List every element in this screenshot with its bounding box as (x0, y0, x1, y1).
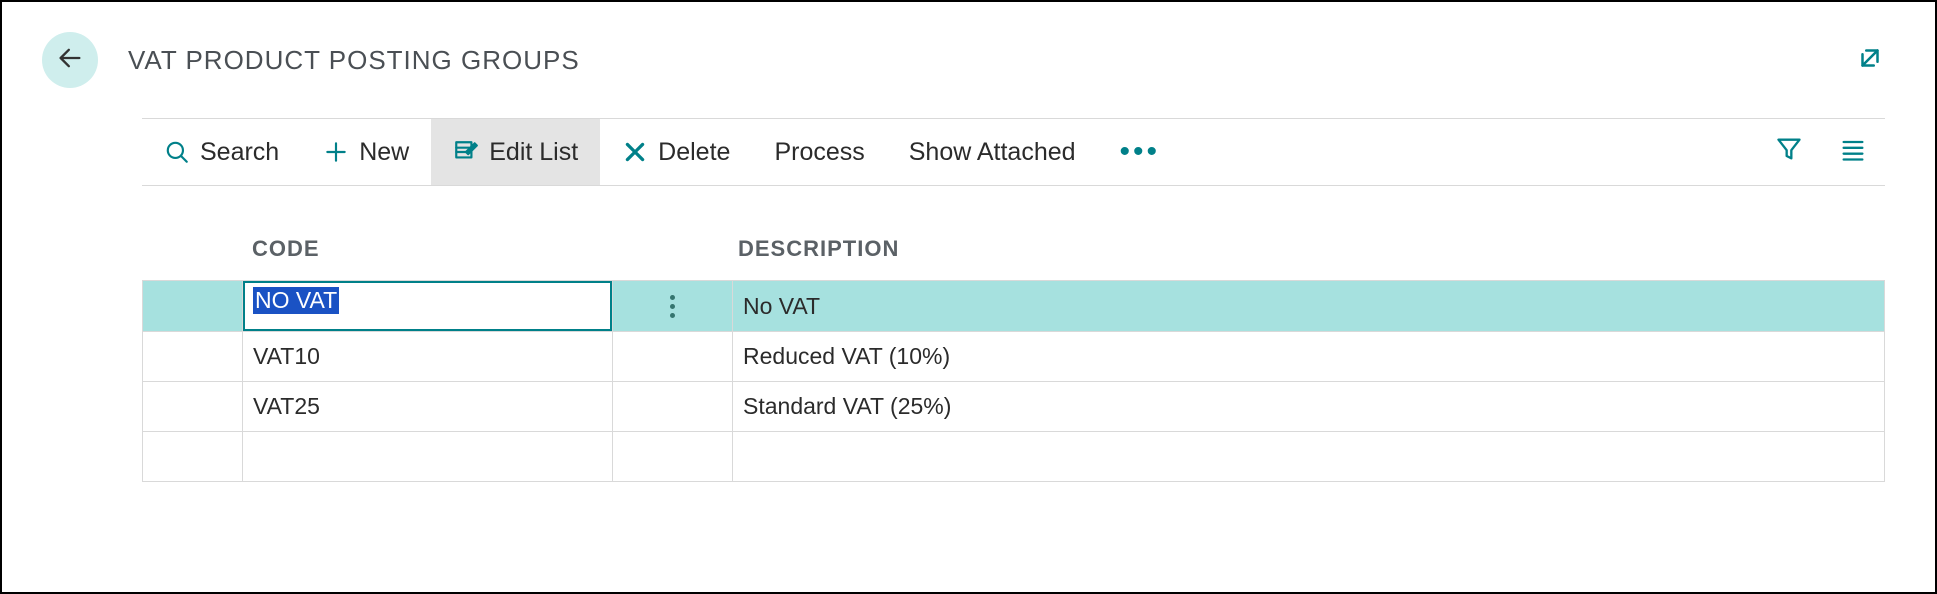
show-attached-label: Show Attached (909, 138, 1076, 167)
toolbar-spacer (1182, 119, 1757, 185)
cell-code[interactable] (243, 432, 613, 481)
process-label: Process (774, 138, 864, 167)
delete-label: Delete (658, 138, 730, 167)
process-button[interactable]: Process (752, 119, 886, 185)
cell-code[interactable]: VAT10 (243, 332, 613, 381)
row-actions-button[interactable] (613, 281, 733, 331)
table-row[interactable]: VAT25 Standard VAT (25%) (143, 381, 1884, 431)
vertical-dots-icon (670, 295, 675, 318)
delete-icon (622, 139, 648, 165)
row-marker[interactable] (143, 332, 243, 381)
cell-code[interactable]: VAT25 (243, 382, 613, 431)
edit-list-button[interactable]: Edit List (431, 119, 600, 185)
cell-description[interactable]: Standard VAT (25%) (733, 382, 1884, 431)
plus-icon (323, 139, 349, 165)
row-actions-button[interactable] (613, 432, 733, 481)
row-marker[interactable] (143, 382, 243, 431)
more-actions-button[interactable]: ••• (1098, 119, 1183, 185)
code-value: VAT10 (243, 343, 320, 370)
cell-description[interactable]: Reduced VAT (10%) (733, 332, 1884, 381)
new-button[interactable]: New (301, 119, 431, 185)
cell-description[interactable] (733, 432, 1884, 481)
col-header-description[interactable]: DESCRIPTION (732, 236, 1885, 262)
expand-icon (1855, 60, 1885, 77)
delete-button[interactable]: Delete (600, 119, 752, 185)
code-input-value: NO VAT (253, 287, 339, 314)
list-view-button[interactable] (1821, 119, 1885, 185)
col-row-menu (612, 236, 732, 262)
filter-button[interactable] (1757, 119, 1821, 185)
grid-body: NO VAT No VAT VAT10 Reduced VAT (10%) (142, 280, 1885, 482)
filter-icon (1775, 135, 1803, 170)
page-title: VAT PRODUCT POSTING GROUPS (128, 45, 580, 76)
show-attached-button[interactable]: Show Attached (887, 119, 1098, 185)
col-header-code[interactable]: CODE (242, 236, 612, 262)
page-root: VAT PRODUCT POSTING GROUPS Search New Ed… (0, 0, 1937, 594)
expand-button[interactable] (1855, 43, 1885, 78)
edit-list-icon (453, 139, 479, 165)
list-icon (1839, 135, 1867, 170)
code-value: VAT25 (243, 393, 320, 420)
page-header: VAT PRODUCT POSTING GROUPS (42, 32, 1885, 88)
cell-code[interactable]: NO VAT (243, 281, 613, 331)
search-button[interactable]: Search (142, 119, 301, 185)
toolbar: Search New Edit List Delete Process Show… (142, 118, 1885, 186)
data-grid: CODE DESCRIPTION NO VAT No VAT (142, 236, 1885, 482)
arrow-left-icon (56, 44, 84, 77)
table-row[interactable] (143, 431, 1884, 481)
col-marker (142, 236, 242, 262)
code-input[interactable]: NO VAT (243, 281, 612, 331)
cell-description[interactable]: No VAT (733, 281, 1884, 331)
search-icon (164, 139, 190, 165)
back-button[interactable] (42, 32, 98, 88)
new-label: New (359, 138, 409, 167)
row-actions-button[interactable] (613, 332, 733, 381)
row-marker[interactable] (143, 281, 243, 331)
more-icon: ••• (1120, 135, 1161, 169)
search-label: Search (200, 138, 279, 167)
table-row[interactable]: VAT10 Reduced VAT (10%) (143, 331, 1884, 381)
row-actions-button[interactable] (613, 382, 733, 431)
row-marker[interactable] (143, 432, 243, 481)
table-row[interactable]: NO VAT No VAT (143, 281, 1884, 331)
edit-list-label: Edit List (489, 138, 578, 167)
grid-header: CODE DESCRIPTION (142, 236, 1885, 280)
